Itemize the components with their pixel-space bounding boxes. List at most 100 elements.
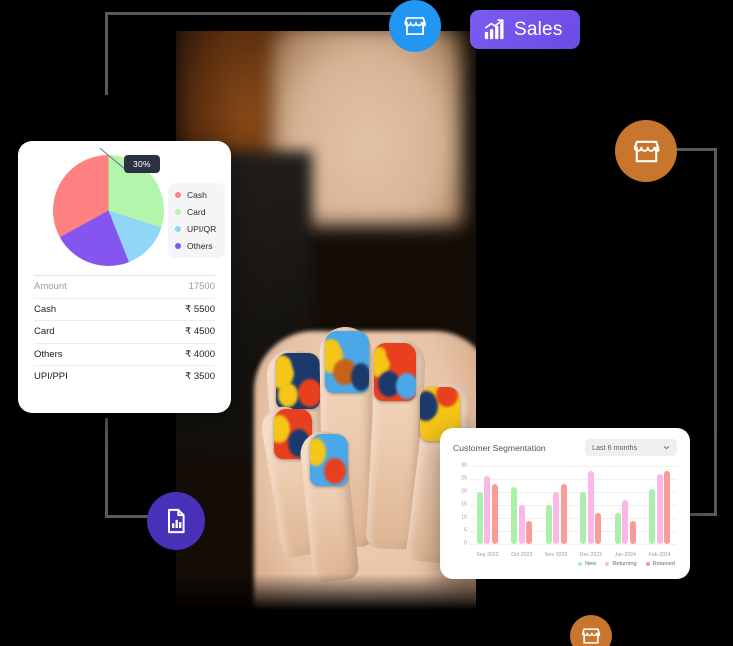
bar-groups[interactable]	[470, 466, 677, 544]
legend-label: New	[585, 561, 597, 567]
row-value: ₹ 4500	[185, 326, 215, 338]
shop-fab-orange-bottom[interactable]	[570, 615, 612, 646]
payment-amount-table: Amount 17500 Cash ₹ 5500 Card ₹ 4500 Others ₹ 4…	[18, 275, 231, 388]
frame-segment-left-lower	[105, 418, 108, 518]
row-value: ₹ 4000	[185, 348, 215, 360]
bar-group[interactable]	[614, 466, 636, 544]
table-header-row: Amount 17500	[34, 275, 215, 298]
y-axis: 0 5 10 15 20 25 30	[453, 462, 469, 547]
bar[interactable]	[476, 492, 483, 544]
row-value: ₹ 3500	[185, 371, 215, 383]
pie-legend-item: Others	[175, 241, 216, 251]
sales-badge-label: Sales	[514, 18, 563, 40]
legend-label: Returning	[612, 561, 637, 567]
bar[interactable]	[580, 492, 587, 544]
bar[interactable]	[622, 499, 629, 544]
y-tick-label: 0	[464, 540, 467, 547]
legend-dot-icon	[175, 226, 181, 232]
report-fab-purple[interactable]	[147, 492, 205, 550]
x-tick-label: Sep 2023	[476, 552, 499, 558]
bar-group[interactable]	[580, 466, 602, 544]
bar[interactable]	[656, 473, 663, 544]
y-tick-label: 30	[461, 462, 467, 469]
storefront-icon	[633, 140, 660, 162]
frame-segment-top	[105, 12, 420, 15]
legend-item: New	[578, 561, 596, 567]
shop-fab-orange[interactable]	[615, 120, 677, 182]
payment-breakdown-card: 30% Cash Card UPI/QR Others Amount 17500 Cash…	[18, 141, 231, 413]
segmentation-title: Customer Segmentation	[453, 442, 546, 453]
x-tick-label: Feb 2024	[648, 552, 671, 558]
pie-legend-item: Cash	[175, 190, 216, 200]
table-row: Cash ₹ 5500	[34, 297, 215, 321]
sales-badge[interactable]: Sales	[470, 10, 580, 49]
bar[interactable]	[629, 520, 636, 544]
x-tick-label: Oct 2023	[511, 552, 533, 558]
pie-legend-label: Cash	[187, 190, 207, 200]
segmentation-plot: 0 5 10 15 20 25 30 Sep 2023 Oct 2023 Nov 2023 Dec…	[453, 462, 677, 558]
row-value: ₹ 5500	[185, 303, 215, 315]
segmentation-legend: New Returning Retained	[453, 561, 677, 567]
x-axis-labels: Sep 2023 Oct 2023 Nov 2023 Dec 2023 Jan 2024…	[470, 552, 677, 558]
bar[interactable]	[560, 484, 567, 544]
y-tick-label: 20	[461, 488, 467, 495]
bar[interactable]	[484, 476, 491, 544]
pie-legend-label: Others	[187, 241, 213, 251]
bar[interactable]	[595, 512, 602, 544]
storefront-icon	[581, 628, 601, 644]
pie-legend-label: UPI/QR	[187, 224, 217, 234]
y-tick-label: 10	[461, 514, 467, 521]
legend-item: Returning	[605, 561, 637, 567]
bar[interactable]	[664, 471, 671, 544]
chevron-down-icon	[663, 446, 670, 450]
segmentation-header: Customer Segmentation Last 6 months	[453, 439, 677, 456]
frame-segment-right	[714, 148, 717, 516]
bar-group[interactable]	[649, 466, 671, 544]
bar[interactable]	[545, 505, 552, 544]
row-label: Cash	[34, 303, 57, 315]
x-tick-label: Jan 2024	[614, 552, 637, 558]
legend-dot-icon	[175, 243, 181, 249]
bar[interactable]	[491, 484, 498, 544]
bar[interactable]	[553, 492, 560, 544]
pie-tooltip: 30%	[124, 155, 160, 173]
x-tick-label: Nov 2023	[544, 552, 568, 558]
shop-fab-blue[interactable]	[389, 0, 441, 52]
composition-stage: Sales 30% Cash Card UPI/QR Others Amount…	[0, 0, 733, 646]
y-tick-label: 25	[461, 475, 467, 482]
legend-label: Retained	[652, 561, 675, 567]
table-row: Card ₹ 4500	[34, 320, 215, 343]
legend-item: Retained	[645, 561, 675, 567]
pie-legend-label: Card	[187, 207, 206, 217]
legend-dot-icon	[578, 562, 583, 566]
bar-chart-up-icon	[484, 18, 504, 39]
legend-dot-icon	[605, 562, 610, 566]
row-label: Card	[34, 326, 55, 338]
table-row: Others ₹ 4000	[34, 342, 215, 366]
table-row: UPI/PPI ₹ 3500	[34, 365, 215, 388]
bar[interactable]	[511, 486, 518, 544]
pie-legend: Cash Card UPI/QR Others	[168, 183, 226, 258]
row-label: Amount	[34, 281, 67, 293]
bar[interactable]	[526, 520, 533, 544]
date-range-select[interactable]: Last 6 months	[585, 439, 677, 456]
row-label: Others	[34, 348, 63, 360]
grid-line	[470, 544, 677, 545]
bar[interactable]	[587, 471, 594, 544]
bar[interactable]	[649, 489, 656, 544]
bar[interactable]	[518, 505, 525, 544]
pie-legend-item: UPI/QR	[175, 224, 216, 234]
report-document-icon	[168, 508, 185, 534]
x-tick-label: Dec 2023	[579, 552, 603, 558]
y-tick-label: 15	[461, 501, 467, 508]
bar-group[interactable]	[476, 466, 498, 544]
y-tick-label: 5	[464, 527, 467, 534]
payment-pie-area: 30% Cash Card UPI/QR Others	[18, 141, 231, 275]
pie-legend-item: Card	[175, 207, 216, 217]
row-label: UPI/PPI	[34, 371, 68, 383]
bar-group[interactable]	[545, 466, 567, 544]
bar[interactable]	[614, 512, 621, 544]
bar-group[interactable]	[511, 466, 533, 544]
date-range-value: Last 6 months	[592, 443, 638, 452]
legend-dot-icon	[175, 192, 181, 198]
